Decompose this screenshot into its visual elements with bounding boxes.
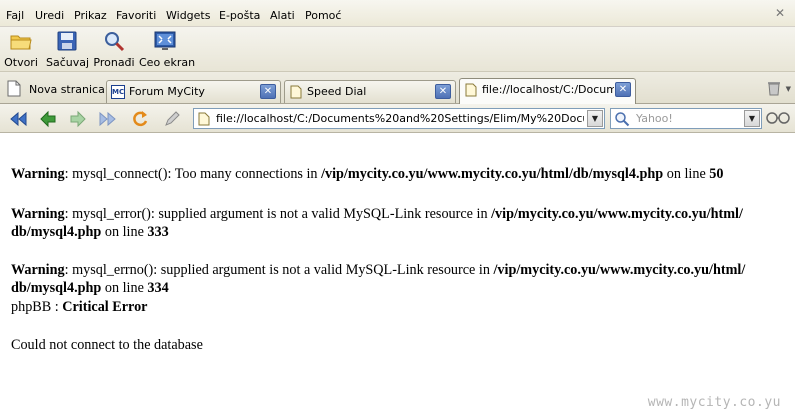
edit-pencil-icon[interactable] [162, 109, 182, 129]
file-path: /vip/mycity.co.yu/www.mycity.co.yu/html/… [321, 166, 664, 182]
floppy-disk-icon [57, 31, 77, 51]
warning-line-2-cont: db/mysql4.php on line 333 [11, 223, 169, 241]
menu-view[interactable]: Prikaz [74, 9, 107, 22]
tab-label: file://localhost/C:/Docum... [482, 83, 614, 96]
open-button[interactable]: Otvori [2, 29, 40, 71]
tab-label: Forum MyCity [129, 85, 205, 98]
glasses-icon[interactable] [766, 111, 790, 125]
menu-bar: Fajl Uredi Prikaz Favoriti Widgets E-poš… [0, 0, 795, 27]
fullscreen-label: Ceo ekran [139, 56, 196, 69]
warning-text: : mysql_error(): supplied argument is no… [64, 206, 492, 222]
find-button[interactable]: Pronađi [93, 29, 135, 71]
menu-email[interactable]: E-pošta [219, 9, 260, 22]
file-path: db/mysql4.php [11, 224, 102, 240]
tab-active-local-file[interactable]: file://localhost/C:/Docum... ✕ [459, 78, 636, 104]
tab-speed-dial[interactable]: Speed Dial ✕ [284, 80, 456, 103]
critical-error-label: Critical Error [62, 299, 148, 315]
on-line-text: on line [101, 280, 148, 296]
fullscreen-icon [154, 31, 176, 50]
magnifier-icon [105, 32, 125, 52]
forward-arrow-icon[interactable] [68, 109, 88, 129]
file-path: /vip/mycity.co.yu/www.mycity.co.yu/html/ [493, 262, 746, 278]
find-label: Pronađi [93, 56, 135, 69]
warning-line-3: Warning: mysql_errno(): supplied argumen… [11, 261, 745, 279]
back-arrow-icon[interactable] [38, 109, 58, 129]
fast-forward-icon[interactable] [98, 109, 118, 129]
menu-help[interactable]: Pomoć [305, 9, 341, 22]
close-icon[interactable]: ✕ [773, 6, 787, 20]
line-number: 50 [709, 166, 724, 182]
search-icon[interactable] [614, 111, 630, 127]
line-number: 334 [147, 280, 169, 296]
page-icon [198, 112, 210, 126]
warning-line-1: Warning: mysql_connect(): Too many conne… [11, 165, 723, 183]
menu-favorites[interactable]: Favoriti [116, 9, 156, 22]
warning-text: : mysql_errno(): supplied argument is no… [64, 262, 494, 278]
navigation-bar: file://localhost/C:/Documents%20and%20Se… [0, 104, 795, 133]
search-engine-dropdown-icon[interactable]: ▼ [744, 110, 760, 127]
trash-dropdown-icon[interactable]: ▼ [786, 85, 791, 93]
watermark: www.mycity.co.yu [647, 395, 781, 410]
trash-icon[interactable] [767, 80, 781, 96]
fullscreen-button[interactable]: Ceo ekran [139, 29, 196, 71]
on-line-text: on line [663, 166, 710, 182]
warning-label: Warning [11, 206, 65, 222]
reload-icon[interactable] [130, 109, 150, 129]
warning-text: : mysql_connect(): Too many connections … [64, 166, 322, 182]
page-icon [465, 83, 477, 97]
phpbb-prefix: phpBB : [11, 299, 63, 315]
save-label: Sačuvaj [46, 56, 90, 69]
tab-close-icon[interactable]: ✕ [435, 84, 451, 99]
warning-label: Warning [11, 262, 65, 278]
critical-error-line: phpBB : Critical Error [11, 298, 147, 316]
menu-file[interactable]: Fajl [6, 9, 24, 22]
main-toolbar: Otvori Sačuvaj Pronađi Ceo ekran [0, 27, 795, 72]
rewind-icon[interactable] [8, 109, 28, 129]
line-number: 333 [147, 224, 169, 240]
tab-close-icon[interactable]: ✕ [260, 84, 276, 99]
new-page-icon [7, 80, 21, 97]
menu-widgets[interactable]: Widgets [166, 9, 210, 22]
folder-icon [10, 35, 32, 50]
mycity-favicon-icon: MC [111, 85, 125, 99]
on-line-text: on line [101, 224, 148, 240]
warning-line-3-cont: db/mysql4.php on line 334 [11, 279, 169, 297]
address-input[interactable]: file://localhost/C:/Documents%20and%20Se… [216, 112, 584, 125]
new-tab-label: Nova stranica [29, 83, 105, 96]
warning-line-2: Warning: mysql_error(): supplied argumen… [11, 205, 743, 223]
error-message: Could not connect to the database [11, 337, 203, 353]
tab-forum-mycity[interactable]: MC Forum MyCity ✕ [106, 80, 281, 103]
menu-edit[interactable]: Uredi [35, 9, 64, 22]
file-path: /vip/mycity.co.yu/www.mycity.co.yu/html/ [491, 206, 743, 222]
search-placeholder: Yahoo! [636, 112, 673, 125]
warning-label: Warning [11, 166, 65, 182]
tab-close-icon[interactable]: ✕ [615, 82, 631, 97]
address-bar[interactable]: file://localhost/C:/Documents%20and%20Se… [193, 108, 605, 129]
menu-tools[interactable]: Alati [270, 9, 295, 22]
search-box[interactable]: Yahoo! ▼ [610, 108, 762, 129]
file-path: db/mysql4.php [11, 280, 102, 296]
tab-label: Speed Dial [307, 85, 367, 98]
address-dropdown-icon[interactable]: ▼ [587, 110, 603, 127]
tab-strip: Nova stranica MC Forum MyCity ✕ Speed Di… [0, 72, 795, 104]
save-button[interactable]: Sačuvaj [46, 29, 90, 71]
open-label: Otvori [4, 56, 38, 69]
page-icon [290, 85, 302, 99]
page-content: Warning: mysql_connect(): Too many conne… [0, 134, 795, 420]
